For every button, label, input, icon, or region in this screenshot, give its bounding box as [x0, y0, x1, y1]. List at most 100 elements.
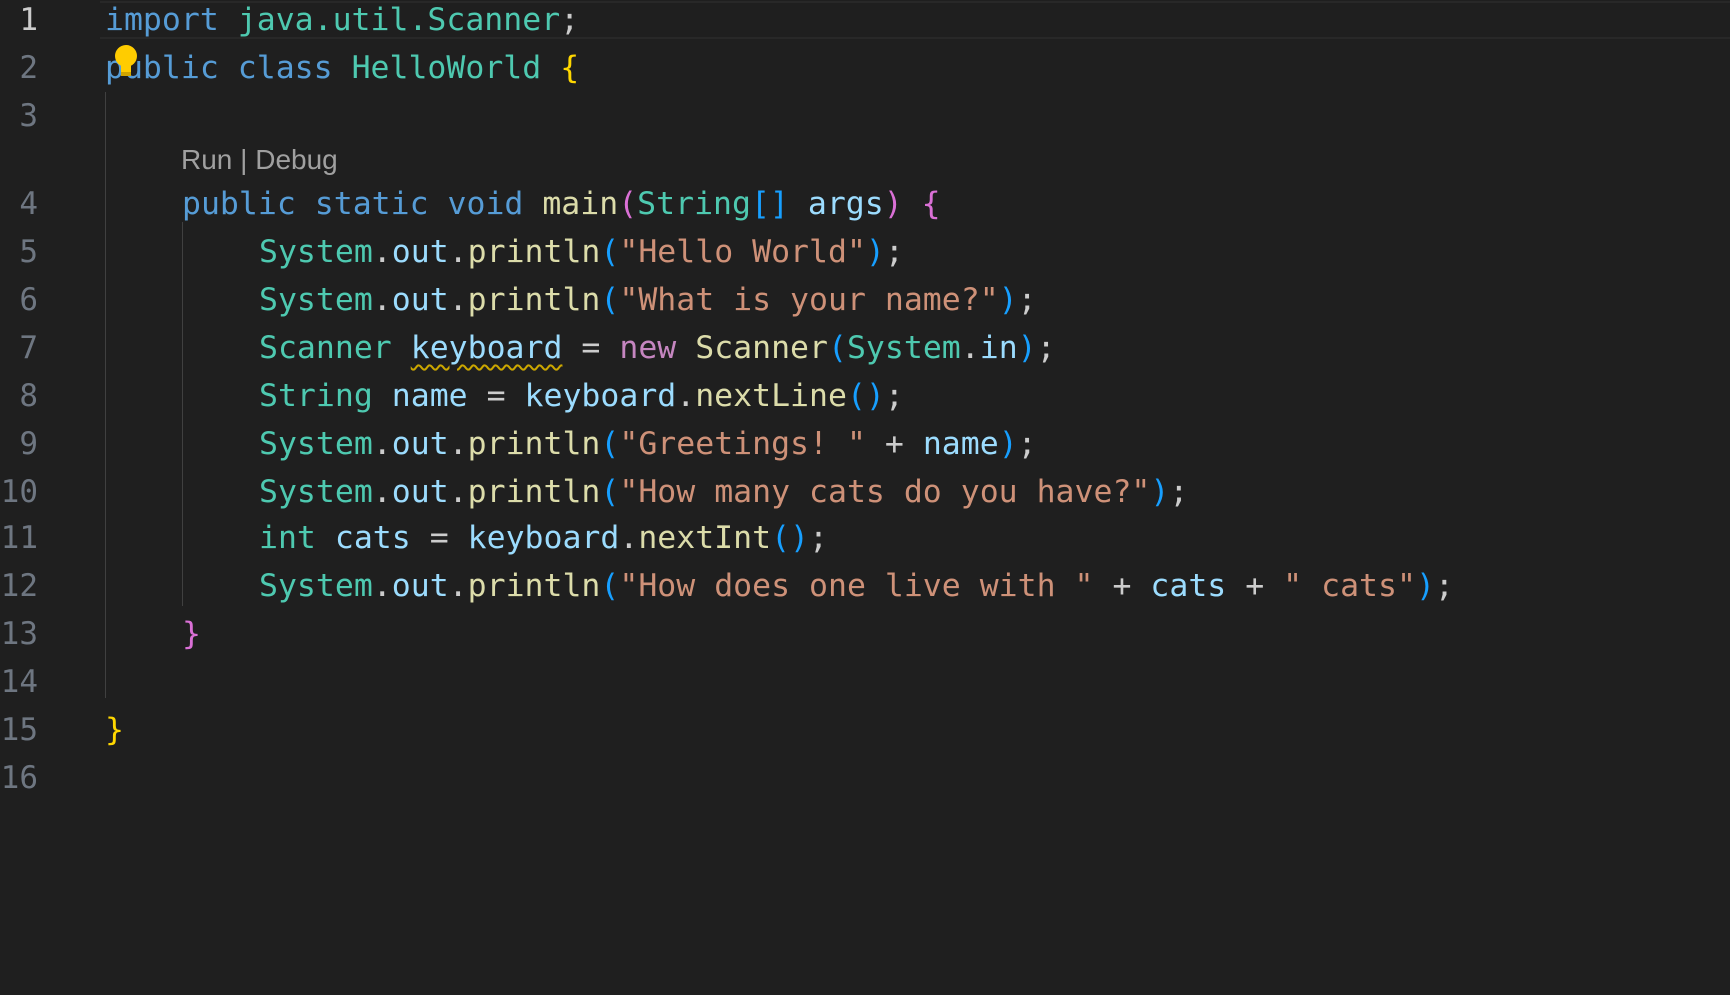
code-line[interactable]: System.out.println("How does one live wi… — [259, 566, 1454, 606]
code-token: + — [865, 426, 923, 462]
codelens: Run | Debug — [181, 140, 338, 180]
code-token: ; — [1017, 282, 1037, 318]
code-token: { — [921, 186, 941, 222]
code-token: ) — [883, 186, 903, 222]
code-line[interactable]: public static void main(String[] args) { — [182, 184, 941, 224]
code-token: out — [391, 282, 449, 318]
code-token: args — [807, 186, 884, 222]
code-token: () — [846, 378, 885, 414]
code-line[interactable]: int cats = keyboard.nextInt(); — [259, 518, 828, 558]
code-token: } — [182, 616, 201, 652]
code-token: "How does one live with " — [619, 568, 1094, 604]
code-token: ) — [1415, 568, 1435, 604]
code-token: out — [391, 234, 449, 270]
code-line[interactable]: System.out.println("What is your name?")… — [259, 280, 1037, 320]
code-token: ; — [884, 234, 904, 270]
code-token: ( — [600, 234, 620, 270]
code-token: ; — [1017, 426, 1037, 462]
code-token: . — [448, 426, 468, 462]
code-token: name — [391, 378, 468, 414]
code-token: System — [259, 474, 373, 510]
lightbulb-icon[interactable] — [113, 44, 139, 80]
code-line[interactable]: System.out.println("Hello World"); — [259, 232, 904, 272]
indent-guide-class — [105, 92, 106, 698]
code-token: ; — [560, 2, 580, 38]
code-line[interactable]: import java.util.Scanner; — [105, 0, 579, 40]
code-token: main — [542, 186, 619, 222]
code-line[interactable]: } — [105, 710, 124, 750]
code-token: . — [448, 282, 468, 318]
code-token: keyboard — [410, 330, 563, 366]
codelens-run[interactable]: Run — [181, 144, 232, 175]
code-token: void — [447, 186, 524, 222]
code-token: keyboard — [467, 520, 620, 556]
code-token: Scanner — [695, 330, 828, 366]
code-line[interactable]: Scanner keyboard = new Scanner(System.in… — [259, 328, 1056, 368]
code-token: class — [218, 50, 352, 86]
code-token: ( — [618, 186, 638, 222]
code-token: String — [259, 378, 373, 414]
code-token: ( — [600, 568, 620, 604]
code-token: = — [410, 520, 468, 556]
code-token: cats — [334, 520, 411, 556]
code-token: static — [295, 186, 448, 222]
code-token: out — [391, 474, 449, 510]
code-token: System — [846, 330, 961, 366]
code-token: . — [676, 378, 696, 414]
code-token: nextInt — [638, 520, 772, 556]
code-token: . — [372, 426, 392, 462]
code-token: println — [467, 234, 601, 270]
codelens-separator: | — [232, 144, 256, 175]
code-token: } — [105, 712, 124, 748]
indent-guide-method — [182, 222, 183, 606]
code-token: Scanner — [259, 330, 392, 366]
code-token: = — [467, 378, 525, 414]
code-token: ) — [998, 282, 1018, 318]
code-token: [] — [750, 186, 789, 222]
code-token: import — [105, 2, 219, 38]
code-token: . — [960, 330, 980, 366]
code-token: ) — [998, 426, 1018, 462]
code-token: println — [467, 282, 601, 318]
code-token: ) — [865, 234, 885, 270]
code-token: = — [562, 330, 620, 366]
code-token: . — [448, 234, 468, 270]
code-line[interactable]: System.out.println("How many cats do you… — [259, 472, 1188, 512]
code-token: . — [372, 568, 392, 604]
code-token: { — [560, 50, 580, 86]
code-token: System — [259, 234, 373, 270]
code-token: "Greetings! " — [619, 426, 866, 462]
code-line[interactable]: } — [182, 614, 201, 654]
code-token: cats — [1150, 568, 1227, 604]
code-token: out — [391, 568, 449, 604]
code-token: + — [1226, 568, 1284, 604]
code-token: ( — [600, 282, 620, 318]
code-line[interactable]: System.out.println("Greetings! " + name)… — [259, 424, 1037, 464]
code-token: . — [372, 282, 392, 318]
code-token: nextLine — [695, 378, 847, 414]
code-token: "Hello World" — [619, 234, 866, 270]
code-line[interactable]: String name = keyboard.nextLine(); — [259, 376, 904, 416]
code-token: . — [372, 234, 392, 270]
code-editor[interactable]: 1 2 3 4 5 6 7 8 9 10 11 12 13 14 15 16 import java.util… — [0, 0, 1730, 995]
code-token: ) — [1017, 330, 1037, 366]
code-token: println — [467, 426, 601, 462]
code-token: . — [448, 568, 468, 604]
code-token: ( — [828, 330, 847, 366]
code-token: ; — [1169, 474, 1189, 510]
code-token: System — [259, 426, 373, 462]
code-token: . — [372, 474, 392, 510]
code-token: ; — [1036, 330, 1056, 366]
code-token: out — [391, 426, 449, 462]
code-token: public — [182, 186, 296, 222]
code-token: " cats" — [1283, 568, 1416, 604]
codelens-debug[interactable]: Debug — [255, 144, 338, 175]
code-line[interactable]: public class HelloWorld { — [105, 48, 579, 88]
code-token: ( — [600, 474, 620, 510]
